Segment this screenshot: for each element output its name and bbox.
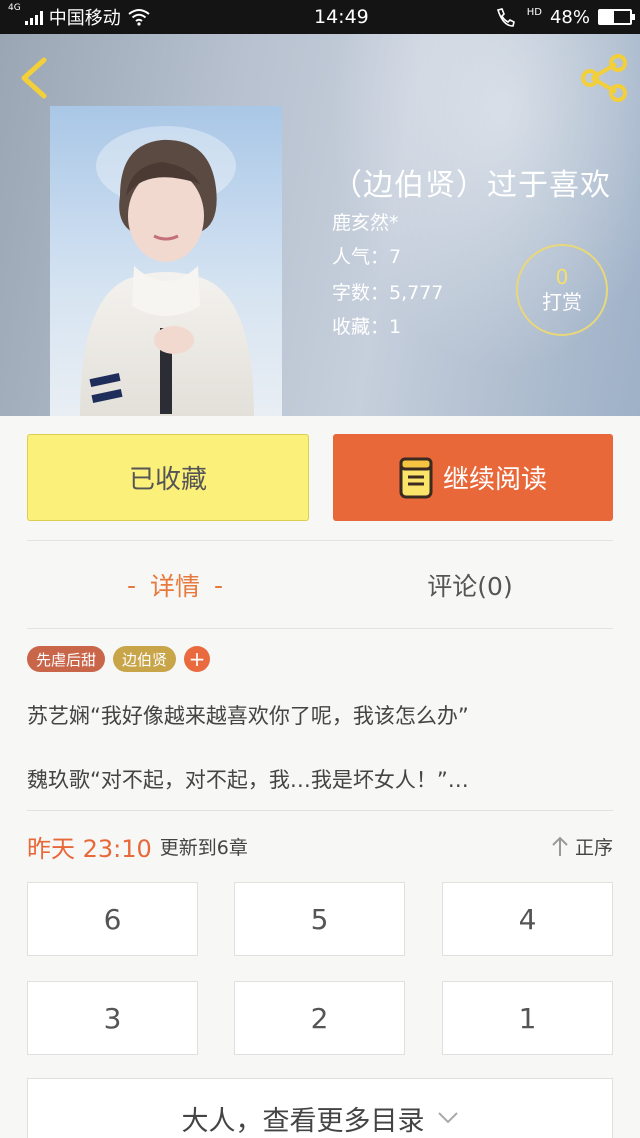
divider xyxy=(27,810,613,811)
add-tag-button[interactable]: + xyxy=(184,646,211,672)
more-chapters-label: 大人，查看更多目录 xyxy=(181,1106,425,1137)
status-bar: 4G 中国移动 14:49 HD 48% xyxy=(0,0,640,34)
share-button[interactable] xyxy=(578,52,630,104)
status-right: HD 48% xyxy=(495,6,635,28)
hero-banner: （边伯贤）过于喜欢 鹿亥然* 人气：7 字数：5,777 收藏：1 0 打赏 xyxy=(0,34,640,416)
book-word-count: 字数：5,777 xyxy=(332,282,444,304)
signal-icon xyxy=(24,9,43,25)
status-time: 14:49 xyxy=(313,6,369,28)
reward-count: 0 xyxy=(555,265,569,289)
chapter-button[interactable]: 2 xyxy=(234,981,405,1055)
battery-percent: 48% xyxy=(549,6,590,28)
back-button[interactable] xyxy=(16,56,52,100)
reward-label: 打赏 xyxy=(542,290,582,314)
continue-reading-button[interactable]: 继续阅读 xyxy=(333,434,613,521)
tab-details-label: 详情 xyxy=(149,572,200,601)
sort-label: 正序 xyxy=(574,836,613,859)
arrow-up-icon xyxy=(552,836,568,856)
reward-button[interactable]: 0 打赏 xyxy=(516,244,608,336)
wifi-icon xyxy=(128,9,150,26)
book-title: （边伯贤）过于喜欢 xyxy=(332,168,611,203)
status-left: 4G 中国移动 xyxy=(8,4,228,30)
share-icon xyxy=(581,54,627,102)
more-chapters-button[interactable]: 大人，查看更多目录 xyxy=(27,1078,613,1138)
update-time: 昨天 23:10 xyxy=(27,834,152,863)
book-favorites: 收藏：1 xyxy=(332,316,402,338)
continue-reading-label: 继续阅读 xyxy=(442,465,547,495)
book-popularity: 人气：7 xyxy=(332,246,402,268)
book-detail-page: 4G 中国移动 14:49 HD 48% （边伯贤）过于喜欢 鹿亥然* 人气：7… xyxy=(0,0,640,1138)
summary-line: 苏艺娴“我好像越来越喜欢你了呢，我该怎么办” xyxy=(27,704,469,728)
chapter-button[interactable]: 1 xyxy=(442,981,613,1055)
collected-label: 已收藏 xyxy=(128,465,207,495)
chapter-button[interactable]: 3 xyxy=(27,981,198,1055)
tab-comments[interactable]: 评论(0) xyxy=(360,560,580,610)
book-cover[interactable] xyxy=(50,106,282,416)
call-hd-icon xyxy=(496,8,515,27)
tab-dash-right: - xyxy=(214,570,224,600)
tag-chip[interactable]: 边伯贤 xyxy=(113,646,177,672)
cover-illustration xyxy=(80,126,254,416)
divider xyxy=(27,540,613,541)
sort-button[interactable]: 正序 xyxy=(551,833,613,860)
summary-line: 魏玖歌“对不起，对不起，我…我是坏女人！”… xyxy=(27,768,469,792)
tag-chip[interactable]: 先虐后甜 xyxy=(27,646,106,672)
chevron-down-icon xyxy=(437,1112,458,1124)
book-author[interactable]: 鹿亥然* xyxy=(332,208,532,235)
carrier-name: 中国移动 xyxy=(48,8,121,29)
book-icon xyxy=(399,457,433,499)
tab-details[interactable]: - 详情 - xyxy=(60,560,290,610)
update-text: 更新到6章 xyxy=(159,836,248,859)
update-row: 昨天 23:10 更新到6章 正序 xyxy=(27,828,613,864)
chevron-left-icon xyxy=(21,57,47,99)
chapter-button[interactable]: 6 xyxy=(27,882,198,956)
tag-list: 先虐后甜 边伯贤 + xyxy=(27,646,211,672)
collected-button[interactable]: 已收藏 xyxy=(27,434,309,521)
network-type: 4G xyxy=(8,3,21,13)
divider xyxy=(27,628,613,629)
tab-comments-label: 评论(0) xyxy=(427,572,513,601)
chapter-button[interactable]: 4 xyxy=(442,882,613,956)
battery-fill xyxy=(600,11,615,23)
chapter-button[interactable]: 5 xyxy=(234,882,405,956)
hd-label: HD xyxy=(526,6,542,18)
battery-icon xyxy=(598,9,635,25)
tab-dash-left: - xyxy=(126,570,136,600)
